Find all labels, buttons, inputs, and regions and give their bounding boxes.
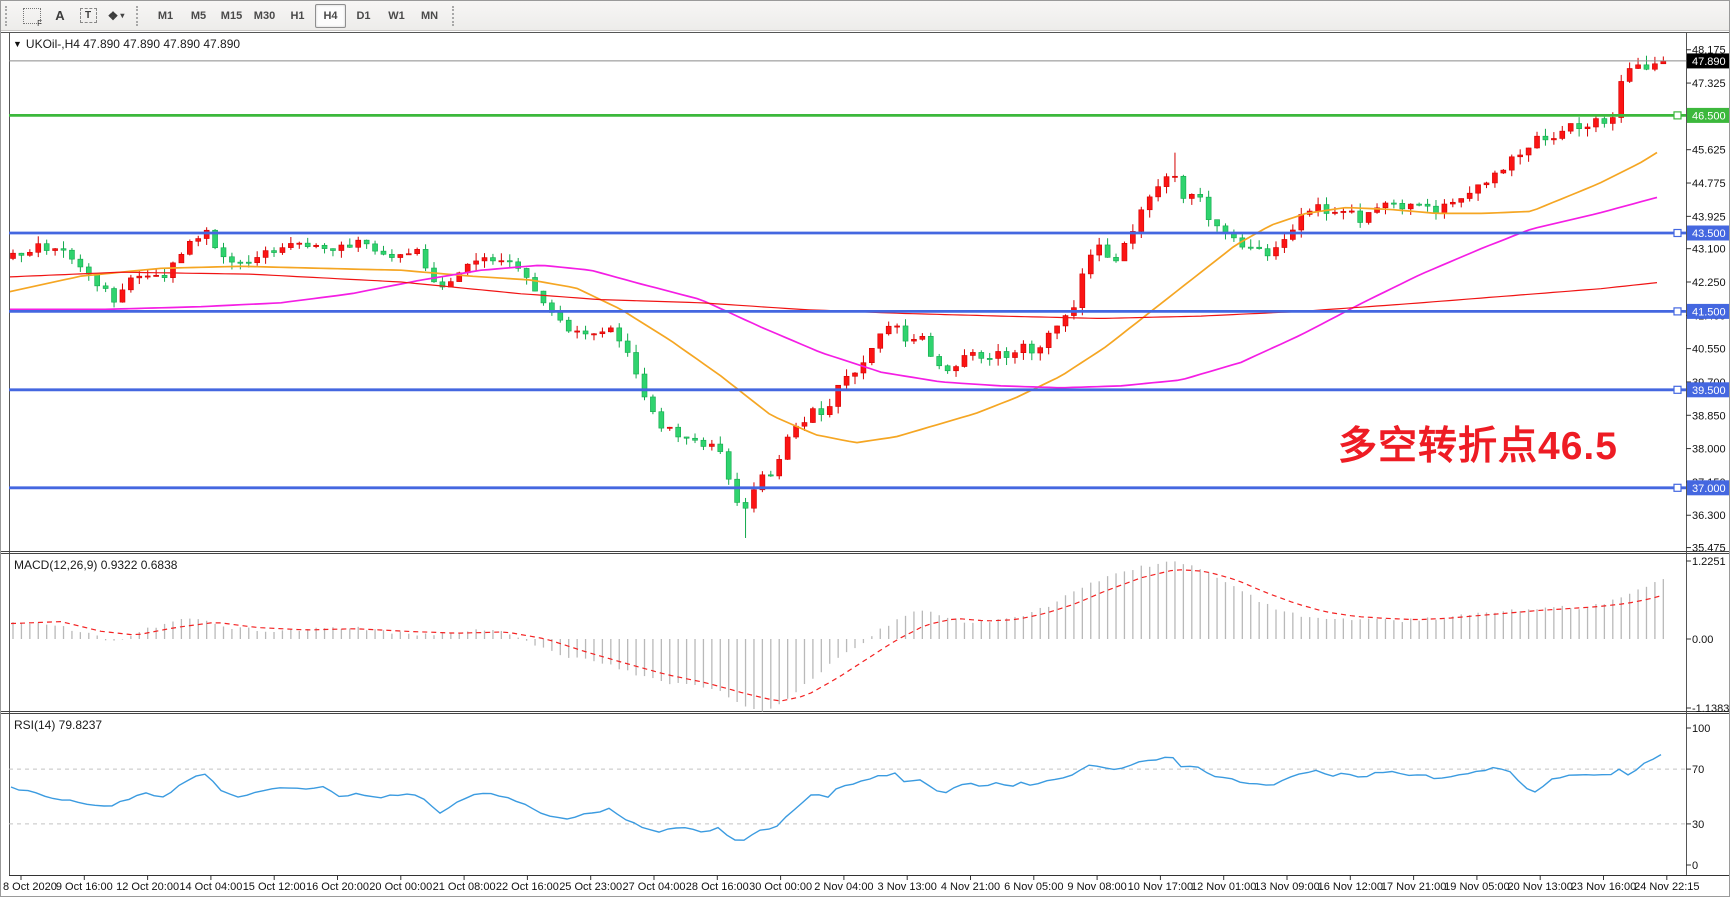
rsi-line bbox=[11, 755, 1661, 841]
svg-text:39.500: 39.500 bbox=[1692, 385, 1726, 397]
time-axis-label: 22 Oct 16:00 bbox=[496, 881, 559, 893]
ma-magenta-line bbox=[9, 197, 1657, 387]
hline-price-tag: 43.500 bbox=[1687, 226, 1730, 241]
hline-price-tag: 41.500 bbox=[1687, 304, 1730, 319]
time-axis-label: 10 Nov 17:00 bbox=[1128, 881, 1193, 893]
current-price-tag: 47.890 bbox=[1687, 53, 1730, 68]
time-axis: 8 Oct 20209 Oct 16:0012 Oct 20:0014 Oct … bbox=[3, 875, 1700, 893]
rsi-indicator-label: RSI(14) 79.8237 bbox=[14, 718, 102, 732]
rsi-panel: 100 70 30 0 bbox=[9, 723, 1710, 872]
ma-orange-line bbox=[9, 153, 1657, 443]
macd-signal-line bbox=[11, 570, 1661, 701]
rsi-axis-label: 30 bbox=[1692, 819, 1704, 831]
time-axis-label: 3 Nov 13:00 bbox=[878, 881, 937, 893]
svg-text:41.500: 41.500 bbox=[1692, 306, 1726, 318]
hline-price-tag: 39.500 bbox=[1687, 382, 1730, 397]
hline-41.500[interactable] bbox=[9, 308, 1686, 315]
svg-text:46.500: 46.500 bbox=[1692, 110, 1726, 122]
price-axis-label: 38.000 bbox=[1692, 444, 1726, 456]
hline-price-tag: 37.000 bbox=[1687, 480, 1730, 495]
time-axis-label: 8 Oct 2020 bbox=[3, 881, 57, 893]
price-axis-label: 47.325 bbox=[1692, 78, 1726, 90]
macd-axis-label: 0.00 bbox=[1692, 634, 1713, 646]
price-axis-label: 36.300 bbox=[1692, 510, 1726, 522]
price-axis-label: 45.625 bbox=[1692, 145, 1726, 157]
price-axis-label: 43.925 bbox=[1692, 211, 1726, 223]
time-axis-label: 21 Oct 08:00 bbox=[433, 881, 496, 893]
svg-text:47.890: 47.890 bbox=[1692, 56, 1726, 68]
time-axis-label: 16 Oct 20:00 bbox=[306, 881, 369, 893]
time-axis-label: 24 Nov 22:15 bbox=[1634, 881, 1699, 893]
price-axis-label: 42.250 bbox=[1692, 277, 1726, 289]
time-axis-label: 2 Nov 04:00 bbox=[814, 881, 873, 893]
macd-indicator-label: MACD(12,26,9) 0.9322 0.6838 bbox=[14, 558, 177, 572]
svg-text:43.500: 43.500 bbox=[1692, 228, 1726, 240]
time-axis-label: 20 Nov 13:00 bbox=[1507, 881, 1572, 893]
time-axis-label: 14 Oct 04:00 bbox=[179, 881, 242, 893]
rsi-axis-label: 70 bbox=[1692, 764, 1704, 776]
chart-annotation-text[interactable]: 多空转折点46.5 bbox=[1338, 415, 1618, 471]
hline-46.500[interactable] bbox=[9, 112, 1686, 119]
time-axis-label: 9 Oct 16:00 bbox=[56, 881, 113, 893]
time-axis-label: 25 Oct 23:00 bbox=[559, 881, 622, 893]
time-axis-label: 15 Oct 12:00 bbox=[243, 881, 306, 893]
time-axis-label: 20 Oct 00:00 bbox=[369, 881, 432, 893]
hline-39.500[interactable] bbox=[9, 386, 1686, 393]
time-axis-label: 27 Oct 04:00 bbox=[623, 881, 686, 893]
svg-text:37.000: 37.000 bbox=[1692, 483, 1726, 495]
time-axis-label: 23 Nov 16:00 bbox=[1571, 881, 1636, 893]
macd-axis-label: -1.1383 bbox=[1692, 703, 1729, 715]
price-axis-label: 40.550 bbox=[1692, 344, 1726, 356]
time-axis-label: 12 Nov 01:00 bbox=[1191, 881, 1256, 893]
mt4-window: FAT❖▾ M1M5M15M30H1H4D1W1MN 48.17547.3254… bbox=[0, 0, 1730, 897]
time-axis-label: 6 Nov 05:00 bbox=[1004, 881, 1063, 893]
rsi-axis-label: 100 bbox=[1692, 723, 1710, 735]
time-axis-label: 19 Nov 05:00 bbox=[1444, 881, 1509, 893]
time-axis-label: 13 Nov 09:00 bbox=[1254, 881, 1319, 893]
time-axis-label: 30 Oct 00:00 bbox=[749, 881, 812, 893]
hline-price-tag: 46.500 bbox=[1687, 108, 1730, 123]
hline-43.500[interactable] bbox=[9, 230, 1686, 237]
time-axis-label: 17 Nov 21:00 bbox=[1381, 881, 1446, 893]
hline-37.000[interactable] bbox=[9, 484, 1686, 491]
time-axis-label: 16 Nov 12:00 bbox=[1318, 881, 1383, 893]
chart-title: ▼ UKOil-,H4 47.890 47.890 47.890 47.890 bbox=[13, 37, 240, 51]
price-axis-label: 44.775 bbox=[1692, 178, 1726, 190]
time-axis-label: 4 Nov 21:00 bbox=[941, 881, 1000, 893]
price-axis-label: 38.850 bbox=[1692, 410, 1726, 422]
chart-title-text: UKOil-,H4 47.890 47.890 47.890 47.890 bbox=[26, 37, 240, 51]
time-axis-label: 9 Nov 08:00 bbox=[1067, 881, 1126, 893]
collapse-icon[interactable]: ▼ bbox=[13, 39, 22, 49]
time-axis-label: 12 Oct 20:00 bbox=[116, 881, 179, 893]
macd-panel: 1.2251 0.00 -1.1383 bbox=[11, 556, 1729, 715]
macd-axis-label: 1.2251 bbox=[1692, 556, 1726, 568]
time-axis-label: 28 Oct 16:00 bbox=[686, 881, 749, 893]
rsi-axis-label: 0 bbox=[1692, 860, 1698, 872]
price-axis-label: 43.100 bbox=[1692, 244, 1726, 256]
price-axis-label: 35.475 bbox=[1692, 543, 1726, 555]
